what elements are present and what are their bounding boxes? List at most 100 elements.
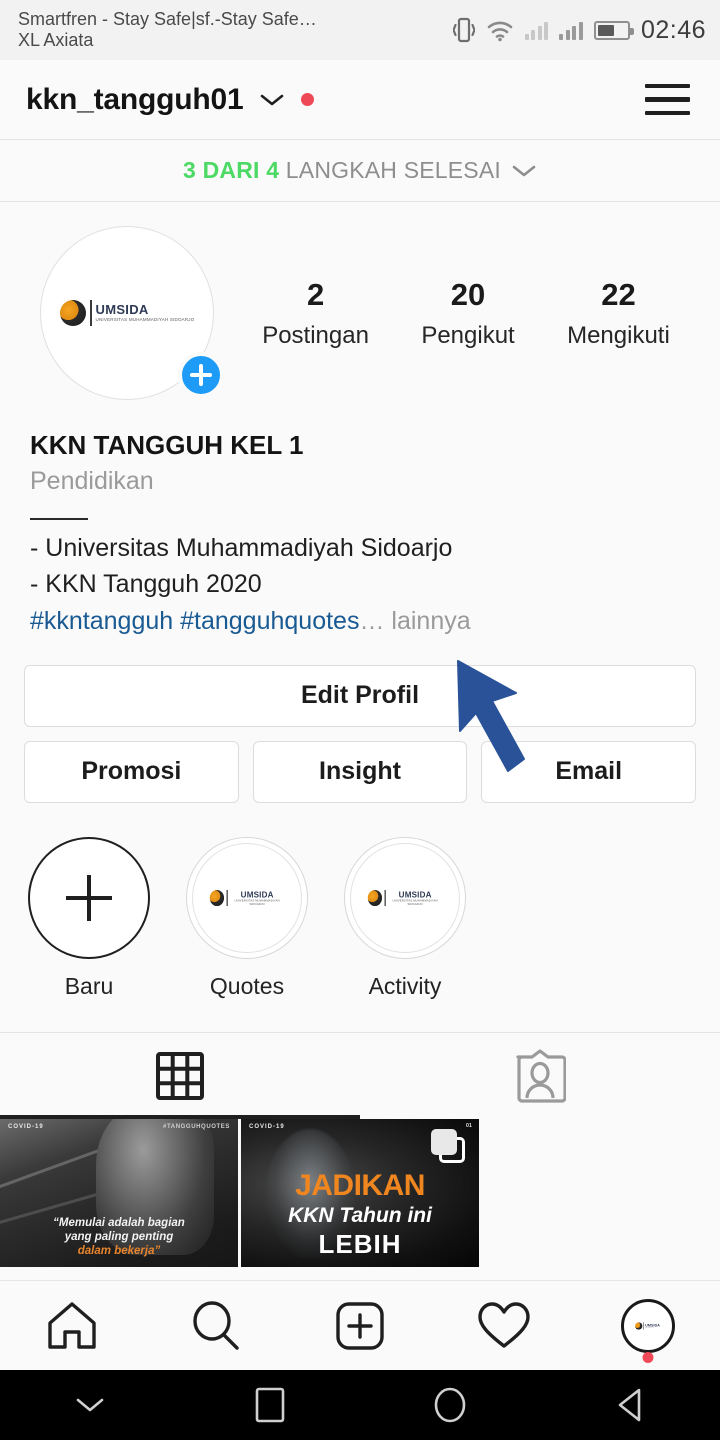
circle-icon	[434, 1387, 466, 1423]
stat-posts[interactable]: 2 Postingan	[262, 276, 369, 349]
profile-tabs	[0, 1031, 720, 1119]
add-story-button[interactable]	[178, 352, 224, 398]
add-nav[interactable]	[314, 1281, 406, 1371]
promosi-button[interactable]: Promosi	[24, 740, 239, 803]
tagged-icon	[516, 1049, 566, 1103]
profile-avatar-wrap[interactable]: UMSIDA UNIVERSITAS MUHAMMADIYAH SIDOARJO	[40, 226, 224, 400]
notification-dot	[301, 93, 315, 106]
post-caption: “Memulai adalah bagian yang paling penti…	[0, 1216, 238, 1259]
post-subtitle: KKN Tahun ini	[288, 1203, 432, 1227]
steps-progress: 3 DARI 4	[183, 157, 280, 183]
profile-top-row: UMSIDA UNIVERSITAS MUHAMMADIYAH SIDOARJO …	[24, 226, 696, 400]
highlight-activity[interactable]: UMSIDA UNIVERSITAS MUHAMMADIYAH SIDOARJO …	[344, 836, 466, 1000]
umsida-logo-icon: UMSIDA UNIVERSITAS MUHAMMADIYAH SIDOARJO	[209, 889, 284, 906]
hide-keyboard-button[interactable]	[0, 1395, 180, 1415]
triangle-left-icon	[618, 1388, 641, 1422]
app-header: kkn_tangguh01	[0, 60, 720, 140]
highlight-cover[interactable]: UMSIDA UNIVERSITAS MUHAMMADIYAH SIDOARJO	[344, 836, 466, 959]
android-navigation-bar	[0, 1370, 720, 1440]
post-badge-topleft: COVID-19	[8, 1123, 44, 1130]
profile-actions: Edit Profil Promosi Insight Email	[0, 639, 720, 803]
square-icon	[255, 1387, 285, 1423]
caption-line-3: dalam bekerja”	[77, 1245, 161, 1258]
carrier-info: Smartfren - Stay Safe|sf.-Stay Safe… XL …	[18, 9, 317, 51]
display-name: KKN TANGGUH KEL 1	[30, 430, 304, 460]
highlight-label: Baru	[64, 972, 114, 999]
category-label: Pendidikan	[30, 467, 154, 495]
stat-label: Pengikut	[421, 321, 515, 349]
post-thumbnail[interactable]: COVID-19 01 JADIKAN KKN Tahun ini LEBIH	[241, 1118, 479, 1267]
post-badge-topleft: COVID-19	[249, 1123, 285, 1130]
bio-hashtags[interactable]: #kkntangguh #tangguhquotes	[30, 607, 359, 635]
status-bar: Smartfren - Stay Safe|sf.-Stay Safe… XL …	[0, 0, 720, 60]
post-badge-topright: #TANGGUHQUOTES	[163, 1123, 230, 1130]
bio-more-link[interactable]: lainnya	[384, 607, 470, 635]
recents-button[interactable]	[180, 1387, 360, 1423]
stat-label: Postingan	[262, 321, 369, 349]
search-nav[interactable]	[170, 1281, 262, 1371]
stat-value: 22	[601, 277, 636, 313]
tab-tagged[interactable]	[360, 1033, 720, 1119]
signal-bars-icon-2	[559, 20, 583, 40]
umsida-logo-icon: UMSIDA UNIVERSITAS	[635, 1321, 661, 1330]
home-nav[interactable]	[26, 1281, 118, 1371]
post-thumbnail[interactable]: COVID-19 #TANGGUHQUOTES “Memulai adalah …	[0, 1118, 238, 1267]
bio-hashtags-row: #kkntangguh #tangguhquotes… lainnya	[30, 603, 690, 639]
heart-icon	[478, 1301, 530, 1348]
umsida-logo-icon: UMSIDA UNIVERSITAS MUHAMMADIYAH SIDOARJO	[59, 300, 195, 326]
highlight-baru[interactable]: Baru	[28, 836, 150, 1000]
wifi-icon	[487, 21, 513, 42]
account-switcher[interactable]: kkn_tangguh01	[26, 82, 315, 117]
stat-following[interactable]: 22 Mengikuti	[567, 276, 670, 349]
post-subtitle-2: LEBIH	[318, 1228, 402, 1259]
profile-notification-dot	[642, 1351, 654, 1363]
profile-nav[interactable]: UMSIDA UNIVERSITAS	[602, 1281, 694, 1371]
signal-bars-icon-1	[524, 20, 549, 40]
email-button[interactable]: Email	[481, 740, 697, 803]
profile-section: UMSIDA UNIVERSITAS MUHAMMADIYAH SIDOARJO …	[0, 202, 720, 639]
stat-followers[interactable]: 20 Pengikut	[421, 276, 514, 349]
chevron-down-icon	[76, 1398, 104, 1412]
caption-line-2: yang paling penting	[64, 1231, 174, 1243]
home-icon	[48, 1301, 96, 1349]
grid-empty-cell	[482, 1118, 720, 1267]
stat-value: 20	[450, 277, 486, 313]
chevron-down-icon[interactable]	[259, 92, 285, 108]
carrier-line-2: XL Axiata	[18, 30, 94, 50]
post-badge-index: 01	[465, 1122, 472, 1129]
carousel-icon	[431, 1128, 465, 1163]
edit-profile-button[interactable]: Edit Profil	[24, 664, 696, 727]
steps-rest: LANGKAH SELESAI	[285, 157, 501, 183]
new-highlight-circle[interactable]	[28, 836, 150, 959]
home-button[interactable]	[360, 1386, 540, 1424]
setup-steps-banner[interactable]: 3 DARI 4 LANGKAH SELESAI	[0, 140, 720, 202]
bio-ellipsis: …	[359, 606, 385, 635]
back-button[interactable]	[540, 1387, 720, 1423]
profile-stats: 2 Postingan 20 Pengikut 22 Mengikuti	[214, 276, 696, 349]
plus-square-icon	[336, 1301, 384, 1350]
story-highlights: Baru UMSIDA UNIVERSITAS MUHAMMADIYAH SIDO…	[0, 803, 720, 1000]
caption-line-1: “Memulai adalah bagian	[53, 1216, 185, 1229]
bio-line-2: - KKN Tangguh 2020	[30, 570, 262, 599]
tab-grid[interactable]	[0, 1033, 360, 1119]
activity-nav[interactable]	[458, 1281, 550, 1371]
highlight-label: Quotes	[209, 972, 285, 999]
highlight-cover[interactable]: UMSIDA UNIVERSITAS MUHAMMADIYAH SIDOARJO	[186, 836, 308, 959]
highlight-quotes[interactable]: UMSIDA UNIVERSITAS MUHAMMADIYAH SIDOARJO …	[186, 836, 308, 1000]
highlight-label: Activity	[368, 972, 442, 999]
chevron-down-icon[interactable]	[511, 163, 537, 179]
instagram-profile-screen: Smartfren - Stay Safe|sf.-Stay Safe… XL …	[0, 0, 720, 1440]
steps-text: 3 DARI 4 LANGKAH SELESAI	[183, 157, 501, 184]
stat-value: 2	[306, 277, 325, 313]
hamburger-menu-icon[interactable]	[643, 78, 692, 122]
bio-divider	[30, 518, 88, 520]
insight-button[interactable]: Insight	[252, 740, 468, 803]
stat-label: Mengikuti	[567, 321, 670, 349]
grid-icon	[156, 1051, 204, 1100]
search-icon	[193, 1300, 239, 1350]
username-label: kkn_tangguh01	[26, 82, 244, 116]
bottom-navigation: UMSIDA UNIVERSITAS	[0, 1280, 720, 1370]
clock: 02:46	[640, 15, 706, 44]
bio-line-1: - Universitas Muhammadiyah Sidoarjo	[30, 534, 453, 562]
post-grid: COVID-19 #TANGGUHQUOTES “Memulai adalah …	[0, 1118, 720, 1267]
